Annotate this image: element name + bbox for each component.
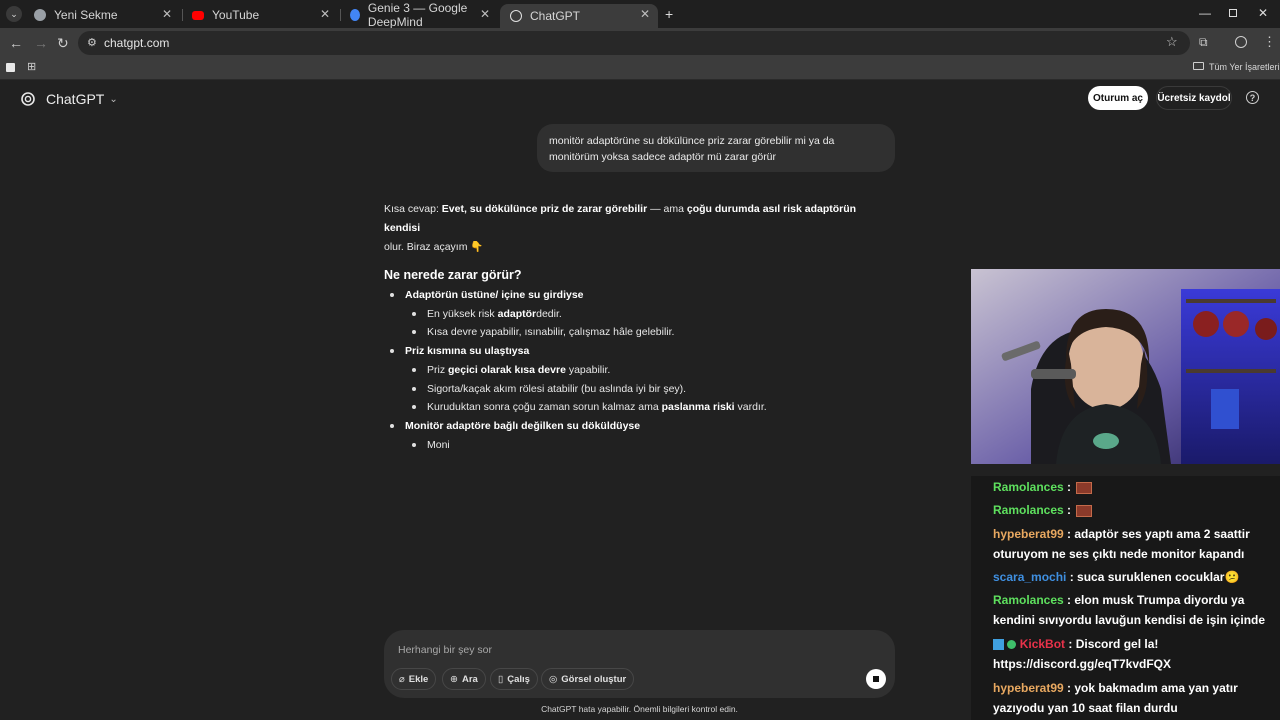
chat-username[interactable]: Ramolances bbox=[993, 480, 1064, 494]
stop-icon bbox=[873, 676, 879, 682]
chat-username[interactable]: Ramolances bbox=[993, 503, 1064, 517]
chat-message: hypeberat99 : adaptör ses yaptı ama 2 sa… bbox=[993, 527, 1250, 561]
folder-icon[interactable] bbox=[1193, 62, 1204, 70]
chat-message: scara_mochi : suca suruklenen cocuklar😕 bbox=[993, 570, 1240, 584]
bookmarks-bar: ⊞ Tüm Yer İşaretleri bbox=[0, 58, 1280, 80]
chatgpt-header: ChatGPT ⌄ Oturum aç Ücretsiz kaydol ? bbox=[0, 82, 1280, 118]
help-icon[interactable]: ? bbox=[1246, 91, 1259, 104]
tab-label: Yeni Sekme bbox=[54, 8, 118, 22]
emote-icon bbox=[1076, 504, 1093, 517]
verified-badge-icon bbox=[1007, 640, 1017, 650]
chatgpt-icon bbox=[510, 10, 522, 22]
signup-button[interactable]: Ücretsiz kaydol bbox=[1156, 86, 1232, 110]
tab-chatgpt[interactable]: ChatGPT ✕ bbox=[500, 4, 658, 28]
back-icon[interactable]: ← bbox=[9, 35, 23, 51]
chat-username[interactable]: hypeberat99 bbox=[993, 527, 1064, 541]
close-tab-icon[interactable]: ✕ bbox=[480, 7, 490, 21]
tab-label: YouTube bbox=[212, 8, 260, 22]
list-item: Monitör adaptöre bağlı değilken su dökül… bbox=[384, 417, 894, 436]
chat-message: Ramolances : bbox=[993, 480, 1277, 494]
composer: ⌀Ekle ⊕Ara ▯Çalış ◎Görsel oluştur bbox=[384, 630, 895, 698]
chat-username[interactable]: KickBot bbox=[1020, 637, 1065, 651]
menu-kebab-icon[interactable]: ⋮ bbox=[1263, 34, 1276, 50]
model-selector[interactable]: ChatGPT ⌄ bbox=[20, 91, 118, 107]
list-item: Priz geçici olarak kısa devre yapabilir. bbox=[384, 361, 894, 380]
url-text[interactable]: chatgpt.com bbox=[104, 36, 169, 50]
chat-message: KickBot : Discord gel la! https://discor… bbox=[993, 637, 1172, 671]
badge-icon bbox=[993, 639, 1004, 651]
extensions-icon[interactable]: ⧉ bbox=[1199, 35, 1208, 50]
tab-new-tab[interactable]: Yeni Sekme ✕ bbox=[24, 4, 180, 26]
emote-icon bbox=[1076, 481, 1093, 494]
study-button[interactable]: ▯ Çalış bbox=[490, 668, 538, 690]
tab-youtube[interactable]: YouTube ✕ bbox=[182, 4, 338, 26]
image-icon: ◎ bbox=[549, 673, 558, 685]
search-button[interactable]: ⊕ Ara bbox=[442, 668, 486, 690]
chat-message: hypeberat99 : yok bakmadım ama yan yatır… bbox=[993, 681, 1238, 715]
browser-tab-strip: ⌄ Yeni Sekme ✕ YouTube ✕ Genie 3 — Googl… bbox=[0, 0, 1280, 29]
list-item: En yüksek risk adaptördedir. bbox=[384, 305, 894, 324]
list-item: Moni bbox=[384, 436, 894, 455]
youtube-icon bbox=[192, 10, 204, 20]
close-tab-icon[interactable]: ✕ bbox=[320, 7, 330, 21]
list-item: Sigorta/kaçak akım rölesi atabilir (bu a… bbox=[384, 380, 894, 399]
all-bookmarks-link[interactable]: Tüm Yer İşaretleri bbox=[1209, 62, 1280, 72]
answer-intro: Kısa cevap: Evet, su dökülünce priz de z… bbox=[384, 203, 857, 234]
tab-search-dropdown-icon[interactable]: ⌄ bbox=[6, 6, 22, 22]
address-toolbar: ← → ↻ ⚙ chatgpt.com ☆ ⧉ ⋮ bbox=[0, 28, 1280, 58]
tab-label: ChatGPT bbox=[530, 9, 581, 23]
webcam-video bbox=[971, 269, 1280, 464]
minimize-icon[interactable]: — bbox=[1199, 6, 1211, 20]
bookmark-star-icon[interactable]: ☆ bbox=[1166, 34, 1178, 50]
chat-message: Ramolances : bbox=[993, 500, 1277, 520]
bookmark-page-icon[interactable] bbox=[6, 63, 15, 72]
apps-grid-icon[interactable]: ⊞ bbox=[27, 60, 36, 73]
answer-heading: Ne nerede zarar görür? bbox=[384, 268, 522, 282]
brand-name: ChatGPT bbox=[46, 91, 105, 107]
list-item: Kuruduktan sonra çoğu zaman sorun kalmaz… bbox=[384, 398, 894, 417]
list-item: Kısa devre yapabilir, ısınabilir, çalışm… bbox=[384, 323, 894, 342]
login-button[interactable]: Oturum aç bbox=[1088, 86, 1148, 110]
profile-icon[interactable] bbox=[1235, 36, 1247, 48]
openai-logo-icon bbox=[21, 92, 35, 106]
list-item: Adaptörün üstüne/ içine su girdiyse bbox=[384, 286, 894, 305]
chat-username[interactable]: Ramolances bbox=[993, 593, 1064, 607]
stream-chat: Ramolances : Ramolances : hypeberat99 : … bbox=[971, 476, 1280, 720]
chat-username[interactable]: hypeberat99 bbox=[993, 681, 1064, 695]
tab-genie-deepmind[interactable]: Genie 3 — Google DeepMind ✕ bbox=[340, 1, 498, 29]
book-icon: ▯ bbox=[498, 673, 504, 685]
chrome-icon bbox=[34, 9, 46, 21]
site-info-icon[interactable]: ⚙ bbox=[87, 36, 97, 49]
reload-icon[interactable]: ↻ bbox=[57, 35, 69, 52]
close-tab-icon[interactable]: ✕ bbox=[640, 7, 650, 21]
assistant-answer: Kısa cevap: Evet, su dökülünce priz de z… bbox=[384, 200, 894, 454]
attach-button[interactable]: ⌀ Ekle bbox=[391, 668, 437, 690]
forward-icon[interactable]: → bbox=[34, 35, 48, 51]
webcam-overlay bbox=[971, 269, 1280, 464]
chat-message: Ramolances : elon musk Trumpa diyordu ya… bbox=[993, 593, 1266, 627]
close-window-icon[interactable]: ✕ bbox=[1258, 6, 1268, 20]
prompt-input[interactable] bbox=[398, 644, 798, 656]
paperclip-icon: ⌀ bbox=[399, 673, 405, 685]
user-message-bubble: monitör adaptörüne su dökülünce priz zar… bbox=[537, 124, 895, 172]
close-tab-icon[interactable]: ✕ bbox=[162, 7, 172, 21]
tab-label: Genie 3 — Google DeepMind bbox=[367, 1, 468, 29]
new-tab-icon[interactable]: + bbox=[665, 6, 673, 22]
chevron-down-icon: ⌄ bbox=[109, 93, 118, 105]
create-image-button[interactable]: ◎ Görsel oluştur bbox=[541, 668, 635, 690]
restore-icon[interactable] bbox=[1229, 9, 1237, 17]
disclaimer: ChatGPT hata yapabilir. Önemli bilgileri… bbox=[541, 704, 738, 714]
stop-generating-button[interactable] bbox=[866, 669, 886, 689]
globe-icon: ⊕ bbox=[450, 673, 458, 685]
omnibox[interactable]: ⚙ chatgpt.com ☆ bbox=[78, 31, 1190, 55]
chat-username[interactable]: scara_mochi bbox=[993, 570, 1066, 584]
list-item: Priz kısmına su ulaştıysa bbox=[384, 342, 894, 361]
deepmind-icon bbox=[350, 9, 360, 21]
answer-intro-line2: olur. Biraz açayım 👇 bbox=[384, 241, 484, 253]
